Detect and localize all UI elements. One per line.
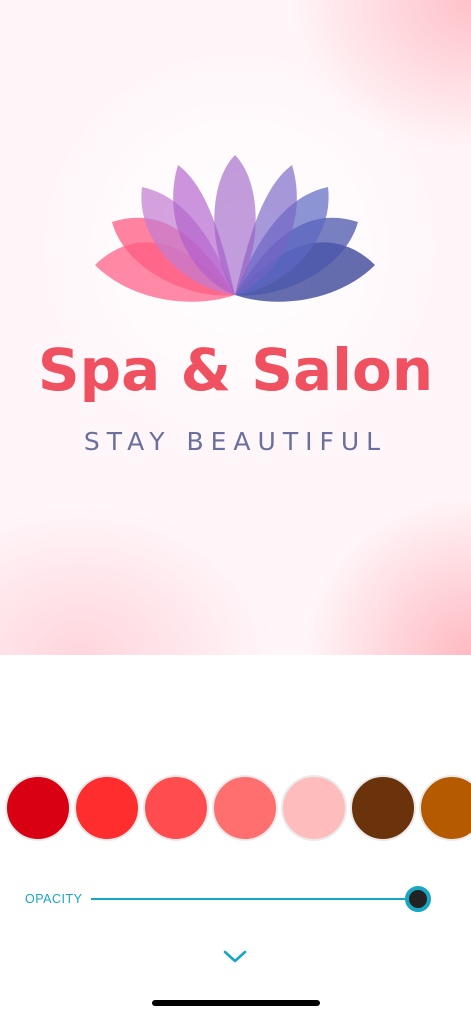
color-swatch[interactable] [350,775,416,841]
opacity-slider-thumb[interactable] [405,886,431,912]
chevron-down-icon [223,950,247,963]
color-swatch[interactable] [143,775,209,841]
home-indicator[interactable] [152,1000,320,1006]
lotus-logo-icon [95,155,375,302]
color-swatch[interactable] [74,775,140,841]
opacity-label: OPACITY [25,892,83,906]
color-swatch[interactable] [281,775,347,841]
design-canvas[interactable]: Spa & Salon STAY BEAUTIFUL [0,0,471,655]
logo-tagline[interactable]: STAY BEAUTIFUL [0,425,471,459]
collapse-panel-button[interactable] [220,945,250,969]
opacity-control: OPACITY [0,880,471,920]
color-swatch-row[interactable] [0,775,471,841]
logo-title[interactable]: Spa & Salon [0,335,471,405]
opacity-slider-track[interactable] [91,898,429,900]
color-swatch[interactable] [419,775,471,841]
color-swatch[interactable] [5,775,71,841]
color-swatch[interactable] [212,775,278,841]
